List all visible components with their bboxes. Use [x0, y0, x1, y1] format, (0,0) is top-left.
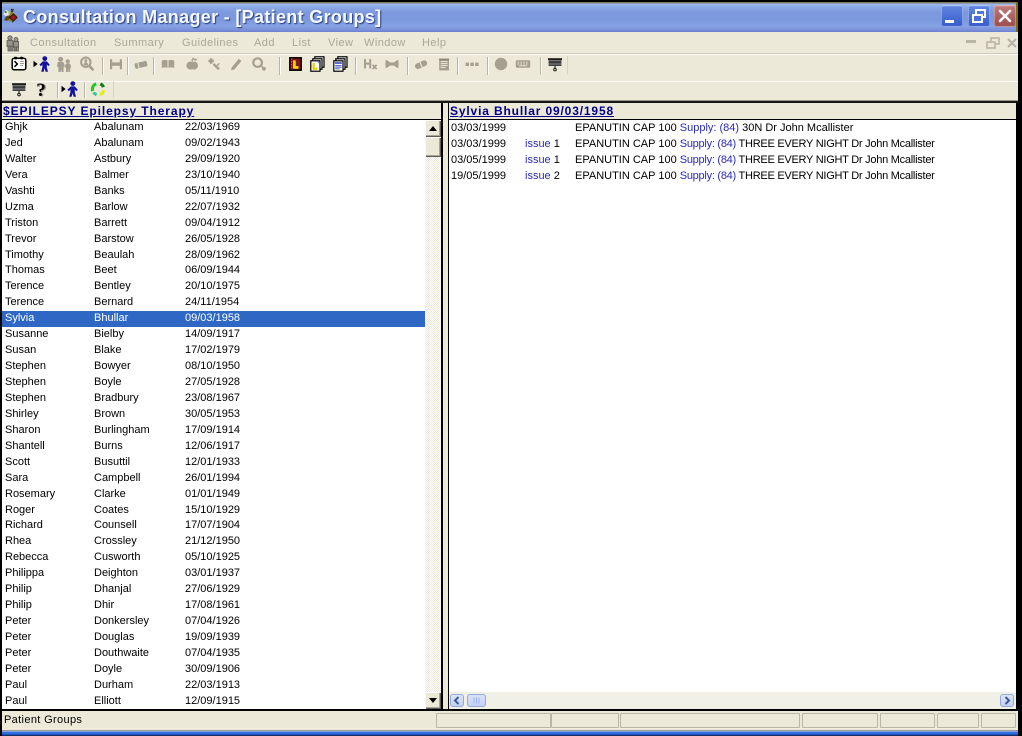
svg-text:?: ? [36, 81, 46, 97]
